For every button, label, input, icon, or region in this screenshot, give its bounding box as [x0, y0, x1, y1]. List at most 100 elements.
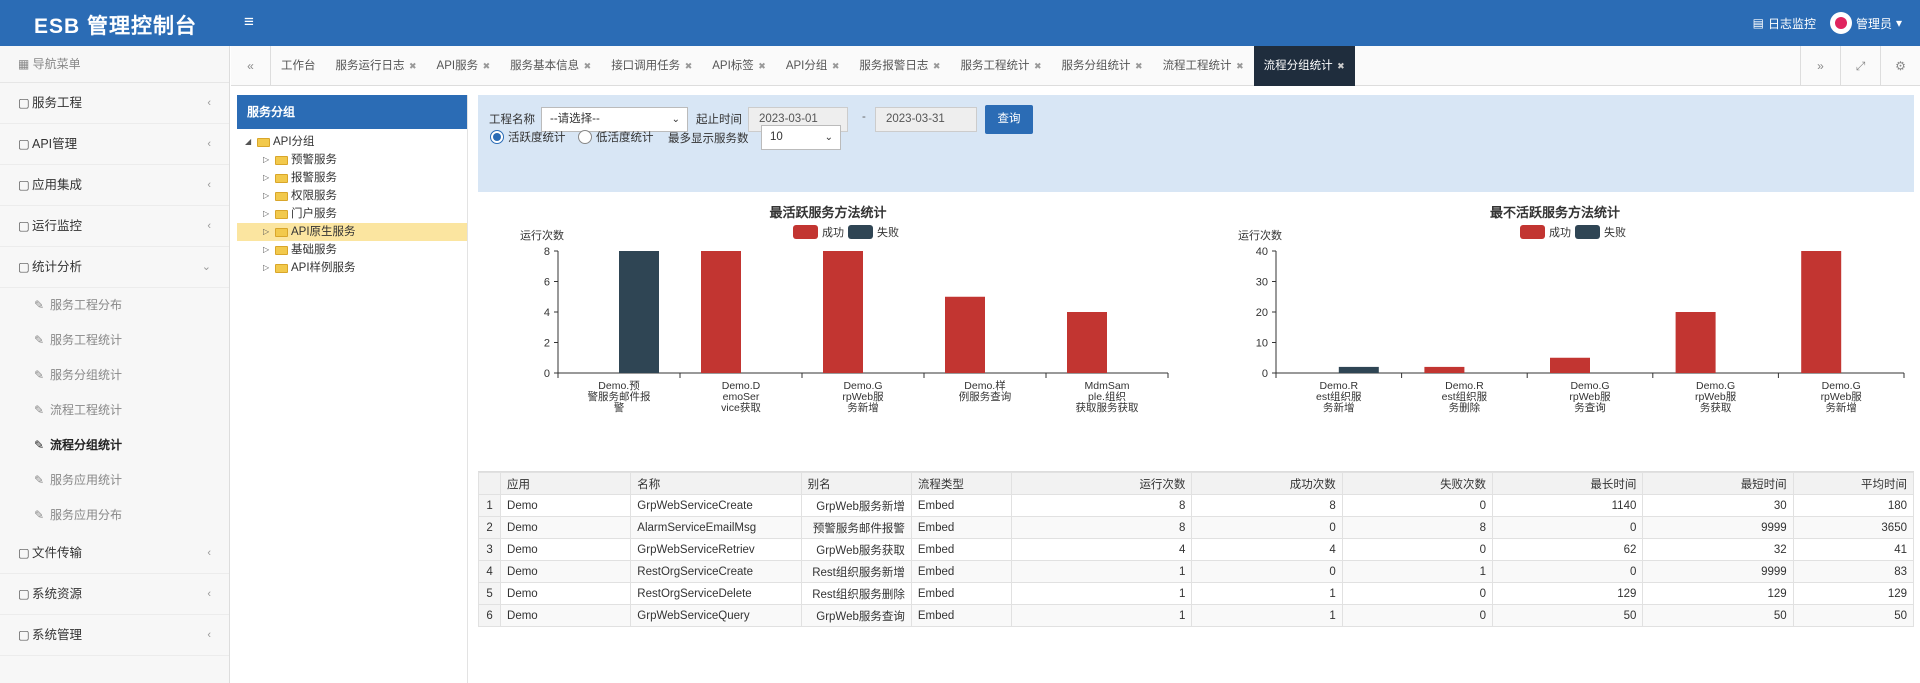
sidebar-item[interactable]: ▢ 文件传输 ‹	[0, 533, 229, 574]
table-row[interactable]: 5 Demo RestOrgServiceDelete Rest组织服务删除 Embed…	[477, 582, 1915, 605]
tree-node[interactable]: ▷ 门户服务	[237, 205, 467, 223]
caret-right-icon[interactable]: ▷	[263, 151, 273, 169]
close-icon[interactable]: ✖	[829, 61, 840, 71]
sidebar-subitem[interactable]: ✎ 服务工程统计	[0, 323, 229, 358]
x-tick-label: 务新增	[1825, 401, 1857, 414]
sidebar-subitem[interactable]: ✎ 服务分组统计	[0, 358, 229, 393]
folder-icon: ▢	[18, 178, 30, 192]
caret-right-icon[interactable]: ▷	[263, 187, 273, 205]
sidebar-item[interactable]: ▢ 应用集成 ‹	[0, 165, 229, 206]
caret-right-icon[interactable]: ▷	[263, 169, 273, 187]
gear-icon[interactable]: ⚙	[1880, 46, 1920, 86]
tree-root-node[interactable]: ◢ API分组	[237, 133, 467, 151]
column-header[interactable]: 失败次数	[1341, 472, 1494, 495]
tab-item[interactable]: 工作台	[271, 46, 326, 86]
sidebar-item[interactable]: ▢ API管理 ‹	[0, 124, 229, 165]
column-header[interactable]: 运行次数	[1011, 472, 1193, 495]
radio-inactive-stat[interactable]: 低活度统计	[578, 129, 654, 145]
chevron-down-icon: ⌄	[671, 114, 680, 125]
sidebar-subitem[interactable]: ✎ 服务应用统计	[0, 463, 229, 498]
table-row[interactable]: 1 Demo GrpWebServiceCreate GrpWeb服务新增 Embed 8…	[477, 494, 1915, 517]
table-row[interactable]: 3 Demo GrpWebServiceRetriev GrpWeb服务获取 Embed…	[477, 538, 1915, 561]
table-row[interactable]: 4 Demo RestOrgServiceCreate Rest组织服务新增 Embed…	[477, 560, 1915, 583]
column-header[interactable]: 最长时间	[1492, 472, 1644, 495]
caret-right-icon[interactable]: ▷	[263, 223, 273, 241]
row-number: 5	[477, 582, 502, 605]
user-menu[interactable]: 管理员 ▾	[1829, 12, 1902, 34]
radio-inactive-label: 低活度统计	[596, 132, 654, 144]
column-header[interactable]: 应用	[500, 472, 632, 495]
max-count-select[interactable]: 10 ⌄	[761, 125, 841, 150]
user-name: 管理员	[1855, 16, 1892, 31]
tab-item[interactable]: 服务报警日志 ✖	[849, 46, 950, 86]
table-row[interactable]: 2 Demo AlarmServiceEmailMsg 预警服务邮件报警 Embed 8 0…	[477, 516, 1915, 539]
close-icon[interactable]: ✖	[480, 61, 491, 71]
caret-right-icon[interactable]: ▷	[263, 259, 273, 277]
tab-label: 服务工程统计	[960, 60, 1030, 72]
close-icon[interactable]: ✖	[1234, 61, 1244, 71]
legend-label: 失败	[877, 225, 899, 239]
sidebar-item[interactable]: ▢ 服务工程 ‹	[0, 83, 229, 124]
tree-node[interactable]: ▷ API原生服务	[237, 223, 467, 241]
tree-node[interactable]: ▷ API样例服务	[237, 259, 467, 277]
radio-active-stat[interactable]: 活跃度统计	[490, 129, 566, 145]
hamburger-icon[interactable]: ≡	[244, 12, 254, 32]
close-icon[interactable]: ✖	[682, 61, 693, 71]
tab-item[interactable]: API标签 ✖	[702, 46, 776, 86]
tab-scroll-left-icon[interactable]: «	[231, 46, 271, 86]
close-icon[interactable]: ✖	[1031, 61, 1042, 71]
column-header[interactable]: 平均时间	[1792, 472, 1915, 495]
tab-item[interactable]: 服务工程统计 ✖	[950, 46, 1051, 86]
radio-unselected-icon	[578, 130, 592, 144]
log-monitor-link[interactable]: ▤ 日志监控	[1753, 15, 1816, 32]
table-cell: Embed	[910, 582, 1013, 605]
caret-right-icon[interactable]: ▷	[263, 241, 273, 259]
max-count-label: 最多显示服务数	[668, 133, 749, 145]
sidebar-item[interactable]: ▢ 系统管理 ‹	[0, 615, 229, 656]
close-icon[interactable]: ✖	[930, 61, 941, 71]
sidebar-item[interactable]: ▢ 统计分析 ⌄	[0, 247, 229, 288]
column-header[interactable]: 名称	[630, 472, 802, 495]
main-content: 工程名称 --请选择-- ⌄ 起止时间 2023-03-01 - 2023-03…	[477, 95, 1915, 683]
close-icon[interactable]: ✖	[581, 61, 592, 71]
sidebar-subitem[interactable]: ✎ 服务应用分布	[0, 498, 229, 533]
query-button[interactable]: 查询	[985, 105, 1033, 134]
tree-node[interactable]: ▷ 预警服务	[237, 151, 467, 169]
sidebar-subitem[interactable]: ✎ 流程工程统计	[0, 393, 229, 428]
row-number: 4	[477, 560, 502, 583]
column-header[interactable]: 流程类型	[910, 472, 1013, 495]
tab-item[interactable]: 流程分组统计 ✖	[1253, 46, 1355, 86]
close-icon[interactable]: ✖	[1133, 61, 1143, 71]
caret-down-icon[interactable]: ◢	[245, 133, 255, 151]
close-icon[interactable]: ✖	[1335, 61, 1345, 71]
tab-scroll-right-icon[interactable]: »	[1800, 46, 1840, 86]
tab-item[interactable]: 服务基本信息 ✖	[500, 46, 601, 86]
caret-right-icon[interactable]: ▷	[263, 205, 273, 223]
x-tick-label: 务新增	[847, 401, 879, 414]
tab-item[interactable]: 服务分组统计 ✖	[1052, 46, 1153, 86]
column-header[interactable]: 最短时间	[1642, 472, 1794, 495]
column-header[interactable]: 成功次数	[1191, 472, 1343, 495]
fullscreen-icon[interactable]: ⤢	[1840, 46, 1880, 86]
y-tick-label: 0	[544, 368, 550, 380]
tree-node[interactable]: ▷ 权限服务	[237, 187, 467, 205]
tab-item[interactable]: API服务 ✖	[427, 46, 501, 86]
end-date-input[interactable]: 2023-03-31	[875, 107, 977, 132]
column-header[interactable]: 别名	[800, 472, 912, 495]
table-row[interactable]: 6 Demo GrpWebServiceQuery GrpWeb服务查询 Embed 1 1…	[477, 604, 1915, 627]
sidebar-item[interactable]: ▢ 运行监控 ‹	[0, 206, 229, 247]
close-icon[interactable]: ✖	[407, 61, 417, 71]
sidebar-subitem[interactable]: ✎ 流程分组统计	[0, 428, 229, 463]
tree-node-label: API样例服务	[291, 262, 356, 274]
tab-item[interactable]: 接口调用任务 ✖	[601, 46, 702, 86]
tab-item[interactable]: API分组 ✖	[776, 46, 850, 86]
tree-node[interactable]: ▷ 报警服务	[237, 169, 467, 187]
sidebar-item[interactable]: ▢ 系统资源 ‹	[0, 574, 229, 615]
tree-node[interactable]: ▷ 基础服务	[237, 241, 467, 259]
tab-item[interactable]: 服务运行日志 ✖	[326, 46, 427, 86]
sidebar-subitem[interactable]: ✎ 服务工程分布	[0, 288, 229, 323]
close-icon[interactable]: ✖	[756, 61, 766, 71]
tab-item[interactable]: 流程工程统计 ✖	[1153, 46, 1254, 86]
legend-label: 失败	[1604, 225, 1626, 239]
tab-bar: « 工作台 服务运行日志 ✖ API服务 ✖ 服务基本信息 ✖ 接口调用任务 ✖ API标…	[231, 46, 1920, 86]
